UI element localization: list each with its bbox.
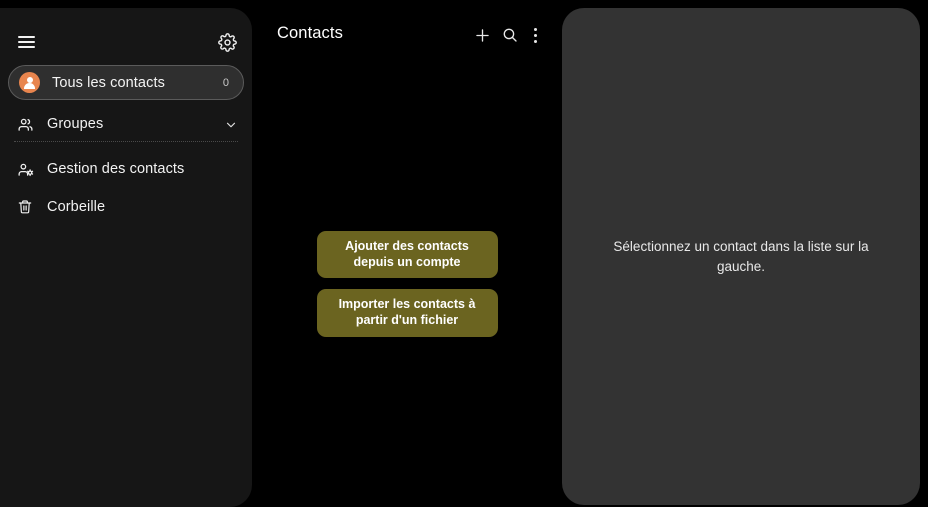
sidebar-item-label: Groupes [47,116,104,132]
contacts-header: Contacts [252,0,562,62]
hamburger-bar [17,46,35,48]
contacts-app: Tous les contacts 0 Groupes Gestion des … [0,0,928,507]
contact-detail-panel: Sélectionnez un contact dans la liste su… [562,8,920,505]
sidebar-item-gestion-des-contacts[interactable]: Gestion des contacts [0,152,252,186]
search-icon[interactable] [499,24,521,46]
more-dots [534,26,538,44]
more-dot [534,28,537,31]
manage-contacts-icon [14,161,36,178]
more-dot [534,34,537,37]
more-dot [534,40,537,43]
add-contacts-from-account-button[interactable]: Ajouter des contacts depuis un compte [316,231,498,279]
chevron-down-icon[interactable] [224,118,238,137]
sidebar-item-groupes[interactable]: Groupes [0,107,252,141]
sidebar-item-label: Corbeille [47,199,106,215]
contact-avatar-icon [19,72,40,93]
hamburger-icon[interactable] [12,28,40,56]
more-vertical-icon[interactable] [525,24,547,46]
group-icon [14,116,36,133]
gear-icon[interactable] [214,29,240,55]
sidebar-header [0,8,252,60]
import-contacts-from-file-button[interactable]: Importer les contacts à partir d'un fich… [316,289,498,337]
hamburger-bar [17,36,35,38]
plus-icon[interactable] [471,24,493,46]
all-contacts-label: Tous les contacts [52,74,165,91]
sidebar-item-corbeille[interactable]: Corbeille [0,190,252,224]
sidebar-item-all-contacts[interactable]: Tous les contacts 0 [8,65,244,100]
sidebar: Tous les contacts 0 Groupes Gestion des … [0,8,252,507]
contacts-list-panel: Contacts Ajouter des contacts depuis un … [252,0,562,507]
empty-state-actions: Ajouter des contacts depuis un compte Im… [252,231,562,337]
avatar-body [24,82,35,89]
avatar-glyph [19,72,40,93]
trash-icon [14,199,36,215]
detail-empty-message: Sélectionnez un contact dans la liste su… [613,239,869,274]
all-contacts-count: 0 [222,76,229,89]
hamburger-bar [17,41,35,43]
sidebar-item-label: Gestion des contacts [47,161,185,177]
page-title: Contacts [277,24,343,42]
sidebar-divider [14,141,238,142]
